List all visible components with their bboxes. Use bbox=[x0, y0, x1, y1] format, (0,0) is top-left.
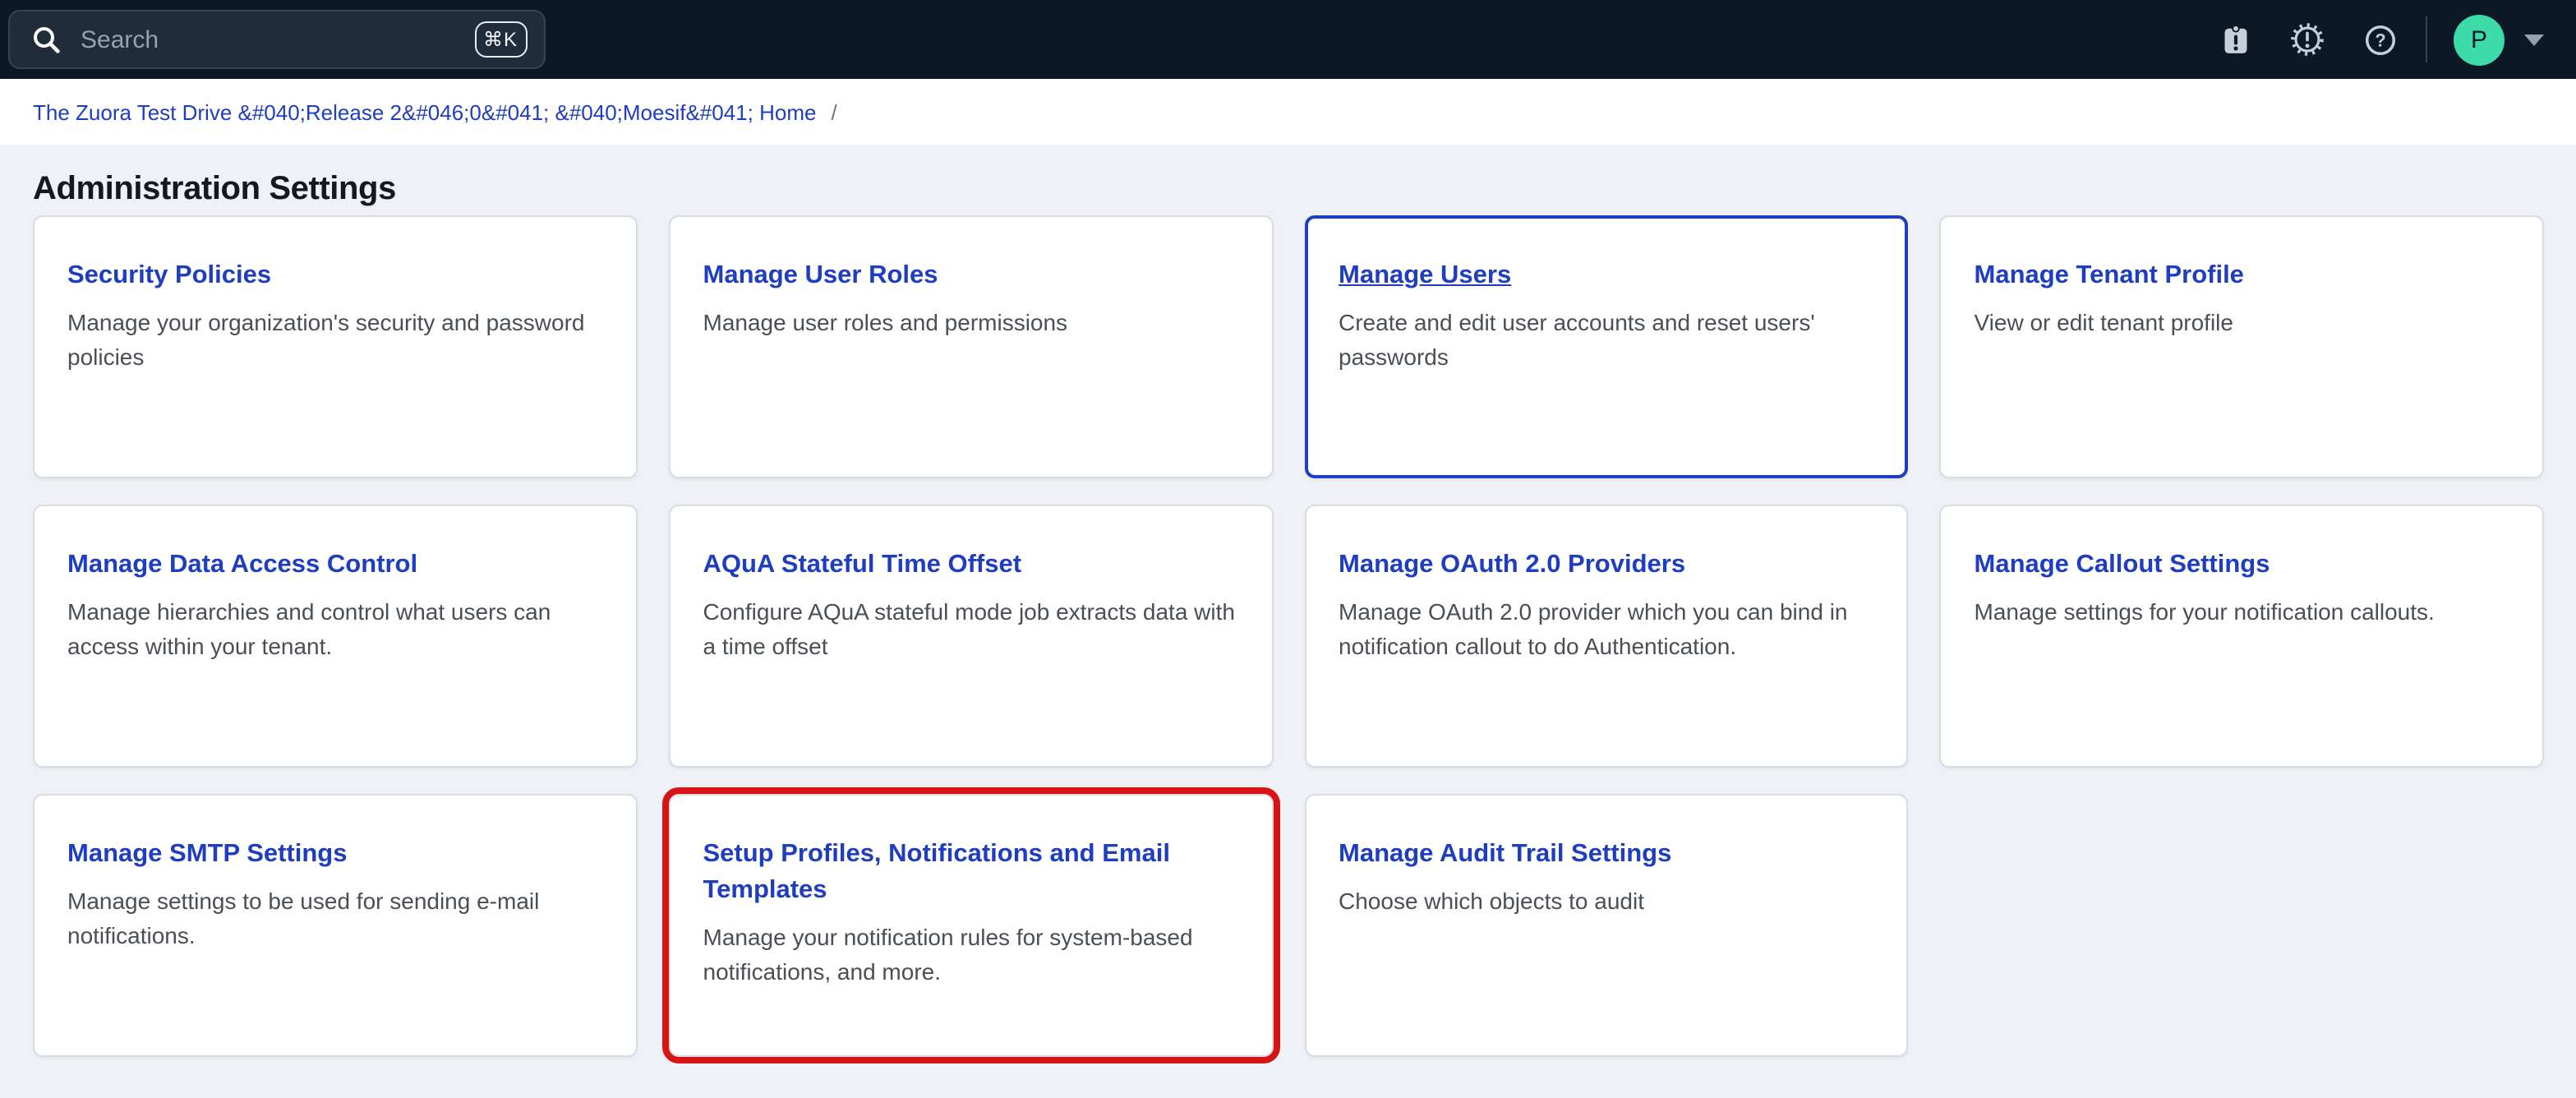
topbar: ⌘K bbox=[0, 0, 2576, 79]
card-title-link[interactable]: Manage Data Access Control bbox=[67, 551, 417, 579]
card-title-link[interactable]: Manage Tenant Profile bbox=[1975, 261, 2244, 289]
breadcrumb-separator: / bbox=[831, 99, 836, 124]
card-title-link[interactable]: Manage Users bbox=[1339, 261, 1511, 289]
help-icon: ? bbox=[2362, 22, 2397, 57]
card-manage-user-roles[interactable]: Manage User Roles Manage user roles and … bbox=[669, 215, 1274, 478]
card-description: Manage settings for your notification ca… bbox=[1975, 595, 2510, 630]
card-title-link[interactable]: Manage Audit Trail Settings bbox=[1339, 840, 1671, 868]
breadcrumb-link[interactable]: The Zuora Test Drive &#040;Release 2&#04… bbox=[33, 99, 816, 124]
card-description: Configure AQuA stateful mode job extract… bbox=[703, 595, 1239, 664]
card-manage-smtp-settings[interactable]: Manage SMTP Settings Manage settings to … bbox=[33, 794, 638, 1057]
card-description: Manage hierarchies and control what user… bbox=[67, 595, 603, 664]
search-shortcut-badge: ⌘K bbox=[475, 21, 528, 58]
card-description: Manage settings to be used for sending e… bbox=[67, 884, 603, 953]
card-manage-users[interactable]: Manage Users Create and edit user accoun… bbox=[1304, 215, 1909, 478]
clipboard-alert-icon bbox=[2219, 22, 2251, 57]
search-input[interactable] bbox=[77, 24, 460, 55]
card-description: View or edit tenant profile bbox=[1975, 306, 2510, 340]
page-title: Administration Settings bbox=[33, 169, 2544, 209]
card-title-link[interactable]: Security Policies bbox=[67, 261, 271, 289]
card-security-policies[interactable]: Security Policies Manage your organizati… bbox=[33, 215, 638, 478]
card-title-link[interactable]: Manage OAuth 2.0 Providers bbox=[1339, 551, 1685, 579]
breadcrumb: The Zuora Test Drive &#040;Release 2&#04… bbox=[0, 79, 2576, 145]
seal-alert-icon bbox=[2289, 21, 2325, 58]
card-description: Manage your organization's security and … bbox=[67, 306, 603, 375]
card-description: Manage your notification rules for syste… bbox=[703, 920, 1239, 990]
svg-text:?: ? bbox=[2374, 30, 2385, 50]
card-title-link[interactable]: Manage User Roles bbox=[703, 261, 938, 289]
card-description: Manage user roles and permissions bbox=[703, 306, 1239, 340]
card-title-link[interactable]: Manage SMTP Settings bbox=[67, 840, 348, 868]
card-title-link[interactable]: AQuA Stateful Time Offset bbox=[703, 551, 1022, 579]
avatar[interactable]: P bbox=[2454, 14, 2505, 65]
card-description: Manage OAuth 2.0 provider which you can … bbox=[1339, 595, 1874, 664]
clipboard-alert-button[interactable] bbox=[2215, 20, 2255, 59]
chevron-down-icon[interactable] bbox=[2524, 34, 2544, 45]
card-description: Create and edit user accounts and reset … bbox=[1339, 306, 1874, 375]
card-manage-data-access-control[interactable]: Manage Data Access Control Manage hierar… bbox=[33, 505, 638, 768]
card-title-link[interactable]: Manage Callout Settings bbox=[1975, 551, 2270, 579]
card-title-link[interactable]: Setup Profiles, Notifications and Email … bbox=[703, 840, 1170, 904]
main-content: Administration Settings Security Policie… bbox=[0, 145, 2576, 1057]
card-description: Choose which objects to audit bbox=[1339, 884, 1874, 919]
topbar-actions: ? bbox=[2215, 20, 2399, 59]
search-box[interactable]: ⌘K bbox=[8, 10, 546, 69]
search-icon bbox=[30, 23, 62, 56]
card-manage-audit-trail[interactable]: Manage Audit Trail Settings Choose which… bbox=[1304, 794, 1909, 1057]
topbar-divider bbox=[2426, 16, 2427, 62]
user-menu[interactable]: P bbox=[2454, 14, 2544, 65]
card-aqua-stateful-time-offset[interactable]: AQuA Stateful Time Offset Configure AQuA… bbox=[669, 505, 1274, 768]
seal-alert-button[interactable] bbox=[2288, 20, 2327, 59]
card-manage-oauth-providers[interactable]: Manage OAuth 2.0 Providers Manage OAuth … bbox=[1304, 505, 1909, 768]
card-manage-callout-settings[interactable]: Manage Callout Settings Manage settings … bbox=[1940, 505, 2545, 768]
card-setup-profiles-notifications[interactable]: Setup Profiles, Notifications and Email … bbox=[669, 794, 1274, 1057]
help-button[interactable]: ? bbox=[2360, 20, 2399, 59]
settings-card-grid: Security Policies Manage your organizati… bbox=[33, 215, 2544, 1057]
card-manage-tenant-profile[interactable]: Manage Tenant Profile View or edit tenan… bbox=[1940, 215, 2545, 478]
zuora-admin-page: ⌘K bbox=[0, 0, 2576, 1098]
